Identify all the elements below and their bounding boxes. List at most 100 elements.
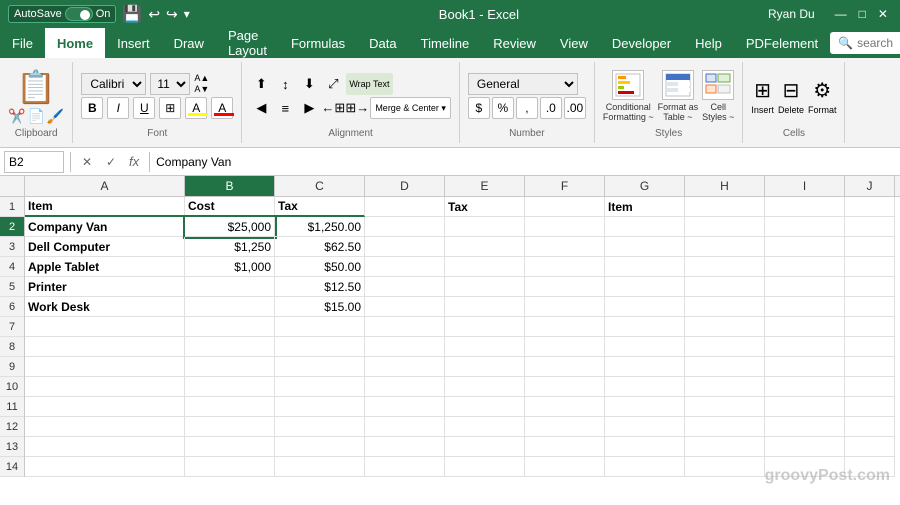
col-header-h[interactable]: H xyxy=(685,176,765,196)
cell-d2[interactable] xyxy=(365,217,445,237)
cell-c6[interactable]: $15.00 xyxy=(275,297,365,317)
cell-h11[interactable] xyxy=(685,397,765,417)
format-painter-button[interactable]: 🖌️ xyxy=(47,108,64,125)
cell-f8[interactable] xyxy=(525,337,605,357)
cell-e14[interactable] xyxy=(445,457,525,477)
border-button[interactable]: ⊞ xyxy=(159,97,181,119)
cell-b1[interactable]: Cost xyxy=(185,197,275,217)
cell-e9[interactable] xyxy=(445,357,525,377)
cell-e2[interactable] xyxy=(445,217,525,237)
maximize-button[interactable]: □ xyxy=(859,7,866,21)
cell-j6[interactable] xyxy=(845,297,895,317)
autosave-toggle[interactable] xyxy=(65,7,93,21)
cell-e12[interactable] xyxy=(445,417,525,437)
row-num-1[interactable]: 1 xyxy=(0,197,24,217)
row-num-11[interactable]: 11 xyxy=(0,397,24,417)
cell-h3[interactable] xyxy=(685,237,765,257)
cell-f14[interactable] xyxy=(525,457,605,477)
dollar-button[interactable]: $ xyxy=(468,97,490,119)
menu-pdfelement[interactable]: PDFelement xyxy=(734,28,830,58)
more-icon[interactable]: ▾ xyxy=(184,7,190,21)
cell-c2[interactable]: $1,250.00 xyxy=(275,217,365,237)
search-input[interactable] xyxy=(857,36,900,50)
row-num-13[interactable]: 13 xyxy=(0,437,24,457)
menu-page-layout[interactable]: Page Layout xyxy=(216,28,279,58)
cell-j4[interactable] xyxy=(845,257,895,277)
cell-d9[interactable] xyxy=(365,357,445,377)
cell-j13[interactable] xyxy=(845,437,895,457)
cell-j12[interactable] xyxy=(845,417,895,437)
cell-h1[interactable] xyxy=(685,197,765,217)
cell-d10[interactable] xyxy=(365,377,445,397)
format-cells-button[interactable]: ⚙ Format xyxy=(808,78,837,115)
cell-f10[interactable] xyxy=(525,377,605,397)
menu-insert[interactable]: Insert xyxy=(105,28,162,58)
cell-i4[interactable] xyxy=(765,257,845,277)
cell-j5[interactable] xyxy=(845,277,895,297)
cell-c5[interactable]: $12.50 xyxy=(275,277,365,297)
cell-g9[interactable] xyxy=(605,357,685,377)
formula-input[interactable] xyxy=(156,151,896,173)
insert-cells-button[interactable]: ⊞ Insert xyxy=(751,78,774,115)
cell-d13[interactable] xyxy=(365,437,445,457)
cell-e6[interactable] xyxy=(445,297,525,317)
cell-c13[interactable] xyxy=(275,437,365,457)
cell-i8[interactable] xyxy=(765,337,845,357)
cell-a8[interactable] xyxy=(25,337,185,357)
cell-e5[interactable] xyxy=(445,277,525,297)
cell-a9[interactable] xyxy=(25,357,185,377)
cell-f9[interactable] xyxy=(525,357,605,377)
menu-review[interactable]: Review xyxy=(481,28,548,58)
paste-button[interactable]: 📋 xyxy=(16,68,56,106)
cell-g8[interactable] xyxy=(605,337,685,357)
cell-f13[interactable] xyxy=(525,437,605,457)
cell-a6[interactable]: Work Desk xyxy=(25,297,185,317)
cell-d5[interactable] xyxy=(365,277,445,297)
cell-e11[interactable] xyxy=(445,397,525,417)
cancel-formula-button[interactable]: ✕ xyxy=(77,152,97,172)
col-header-d[interactable]: D xyxy=(365,176,445,196)
cut-button[interactable]: ✂️ xyxy=(8,108,25,125)
col-header-f[interactable]: F xyxy=(525,176,605,196)
undo-icon[interactable]: ↩ xyxy=(148,6,160,23)
fill-color-button[interactable]: A xyxy=(185,97,207,119)
cell-j10[interactable] xyxy=(845,377,895,397)
cell-h12[interactable] xyxy=(685,417,765,437)
row-num-5[interactable]: 5 xyxy=(0,277,24,297)
cell-j1[interactable] xyxy=(845,197,895,217)
cell-h6[interactable] xyxy=(685,297,765,317)
search-box[interactable]: 🔍 xyxy=(830,32,900,54)
cell-g4[interactable] xyxy=(605,257,685,277)
cell-reference-box[interactable] xyxy=(4,151,64,173)
cell-i10[interactable] xyxy=(765,377,845,397)
align-right-button[interactable]: ▶ xyxy=(298,97,320,119)
cell-c7[interactable] xyxy=(275,317,365,337)
cell-i6[interactable] xyxy=(765,297,845,317)
cell-h9[interactable] xyxy=(685,357,765,377)
cell-b12[interactable] xyxy=(185,417,275,437)
cell-f1[interactable] xyxy=(525,197,605,217)
row-num-6[interactable]: 6 xyxy=(0,297,24,317)
cell-h13[interactable] xyxy=(685,437,765,457)
col-header-i[interactable]: I xyxy=(765,176,845,196)
align-left-button[interactable]: ◀ xyxy=(250,97,272,119)
indent-increase-button[interactable]: ⊞→ xyxy=(346,97,368,119)
cell-b11[interactable] xyxy=(185,397,275,417)
cell-a14[interactable] xyxy=(25,457,185,477)
cell-d14[interactable] xyxy=(365,457,445,477)
cell-g14[interactable] xyxy=(605,457,685,477)
close-button[interactable]: ✕ xyxy=(878,7,888,21)
cell-d12[interactable] xyxy=(365,417,445,437)
cell-a4[interactable]: Apple Tablet xyxy=(25,257,185,277)
cell-h7[interactable] xyxy=(685,317,765,337)
cell-g1[interactable]: Item xyxy=(605,197,685,217)
comma-button[interactable]: , xyxy=(516,97,538,119)
cell-e3[interactable] xyxy=(445,237,525,257)
align-middle-button[interactable]: ↕ xyxy=(274,73,296,95)
col-header-a[interactable]: A xyxy=(25,176,185,196)
cell-j8[interactable] xyxy=(845,337,895,357)
col-header-e[interactable]: E xyxy=(445,176,525,196)
cell-d4[interactable] xyxy=(365,257,445,277)
cell-i7[interactable] xyxy=(765,317,845,337)
cell-i2[interactable] xyxy=(765,217,845,237)
